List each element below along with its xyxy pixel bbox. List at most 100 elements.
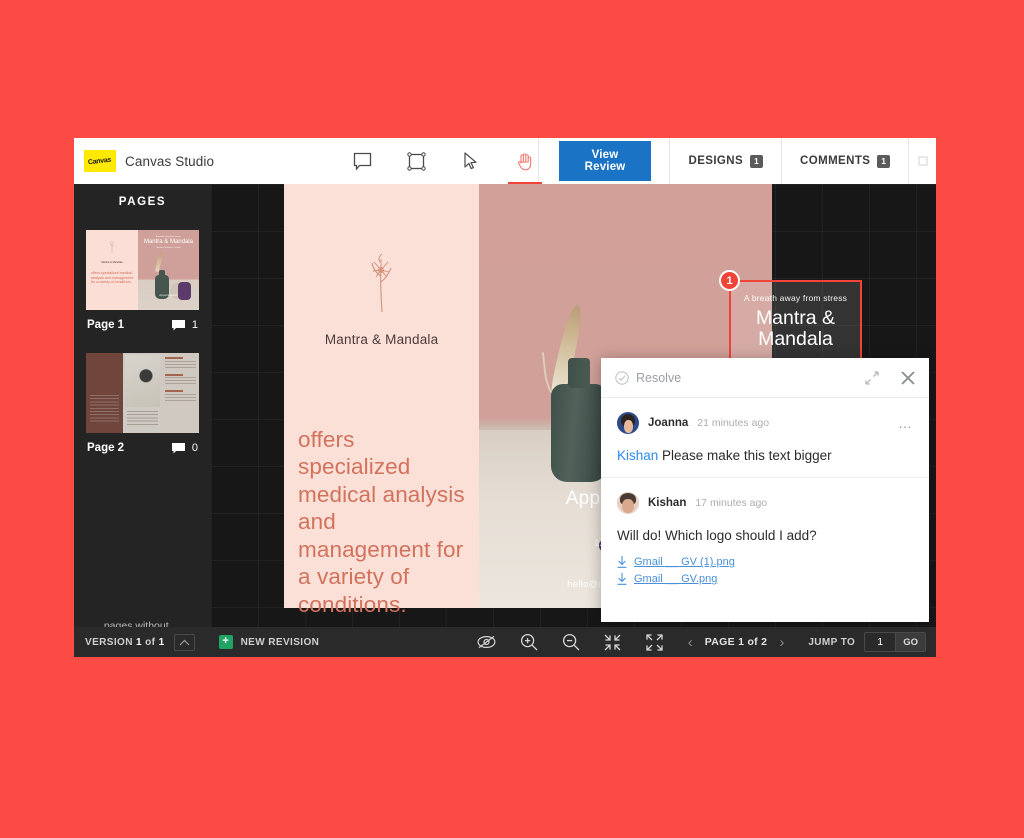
thumb-purple-object <box>178 282 191 300</box>
comment-item: Kishan 17 minutes ago Will do! Which log… <box>601 477 929 585</box>
attachment-item[interactable]: Gmail __ GV.png <box>617 573 913 585</box>
hide-comments-icon[interactable] <box>466 635 508 649</box>
jump-to-input[interactable] <box>865 633 895 651</box>
page-indicator: PAGE 1 of 2 <box>705 636 768 648</box>
top-bar-right: View Review DESIGNS 1 COMMENTS 1 <box>538 138 936 184</box>
tool-group <box>328 138 538 184</box>
tab-designs-label: DESIGNS <box>688 155 743 167</box>
thumb-title: Mantra & Mandala <box>138 239 199 245</box>
bottom-bar-right: ‹ PAGE 1 of 2 › JUMP TO GO <box>466 632 936 652</box>
thumb-appointments: Appointments <box>138 293 199 297</box>
view-review-button[interactable]: View Review <box>559 141 652 181</box>
thumb2-caption <box>86 379 123 383</box>
comment-body: Kishan Please make this text bigger <box>617 447 913 465</box>
thumb-body: offers specialized medical analysis and … <box>91 271 133 284</box>
bottom-bar: VERSION 1 of 1 + NEW REVISION <box>74 627 936 657</box>
go-button[interactable]: GO <box>895 633 925 651</box>
thumb-brand: Mantra & Mandala <box>91 261 133 264</box>
view-review-wrapper: View Review <box>538 138 670 184</box>
design-brand-text: Mantra & Mandala <box>284 332 479 347</box>
attachment-name: Gmail __ GV.png <box>634 573 717 585</box>
page-1-count-value: 1 <box>192 319 198 331</box>
page-1-comment-count: 1 <box>172 319 198 331</box>
expand-icon[interactable] <box>865 371 879 385</box>
canvas-logo-text: Canvas <box>88 156 112 166</box>
comment-menu-icon[interactable]: … <box>898 415 913 431</box>
close-icon[interactable] <box>901 371 915 385</box>
tab-designs-badge: 1 <box>750 155 763 168</box>
comment-list: Joanna 21 minutes ago … Kishan Please ma… <box>601 398 929 622</box>
thumb-left-panel: Mantra & Mandala offers specialized medi… <box>86 230 138 310</box>
fit-out-icon[interactable] <box>634 634 676 651</box>
plus-icon: + <box>219 635 233 649</box>
comment-marker-1[interactable]: 1 <box>719 270 740 291</box>
attachment-name: Gmail __ GV (1).png <box>634 556 735 568</box>
thumb2-block <box>165 374 196 387</box>
zoom-out-icon[interactable] <box>550 633 592 651</box>
version-prefix: VERSION <box>85 637 133 648</box>
thumb-subtitle-top: A breath away from stress <box>138 236 199 238</box>
thumb2-right-panel <box>162 353 199 433</box>
attachment-item[interactable]: Gmail __ GV (1).png <box>617 556 913 568</box>
thumb2-mid-panel <box>123 353 161 433</box>
version-group: VERSION 1 of 1 <box>74 634 195 651</box>
prev-page-button[interactable]: ‹ <box>686 634 695 651</box>
page-thumbnail-card[interactable]: Mantra & Mandala offers specialized medi… <box>86 208 199 331</box>
cursor-tool-icon[interactable] <box>458 148 484 174</box>
thumb-heading-group: A breath away from stress Mantra & Manda… <box>138 236 199 249</box>
tab-comments-label: COMMENTS <box>800 155 870 167</box>
comment-item: Joanna 21 minutes ago … Kishan Please ma… <box>601 398 929 465</box>
tab-designs[interactable]: DESIGNS 1 <box>669 138 781 184</box>
resolve-button[interactable]: Resolve <box>615 371 681 385</box>
version-current: 1 <box>136 637 142 648</box>
thumb2-block <box>165 357 196 370</box>
comment-panel-header: Resolve <box>601 358 929 398</box>
chevron-up-icon <box>179 639 190 646</box>
comment-icon <box>172 443 185 454</box>
selection-title: Mantra & Mandala <box>731 308 860 350</box>
comment-mention[interactable]: Kishan <box>617 448 658 463</box>
download-icon <box>617 573 627 585</box>
new-revision-label: NEW REVISION <box>241 637 320 648</box>
pages-sidebar: PAGES Mantra & Mandala offers specialize… <box>74 184 211 657</box>
next-page-button[interactable]: › <box>777 634 786 651</box>
download-icon <box>617 556 627 568</box>
area-select-tool-icon[interactable] <box>404 148 430 174</box>
page-2-meta: Page 2 0 <box>86 433 199 454</box>
jump-to-label: JUMP TO <box>808 637 855 648</box>
attachment-list: Gmail __ GV (1).png Gmail __ GV.png <box>617 556 913 585</box>
new-revision-button[interactable]: + NEW REVISION <box>195 635 320 649</box>
pages-title: PAGES <box>74 184 211 208</box>
resolve-label: Resolve <box>636 371 681 385</box>
flower-illustration-icon <box>361 242 403 314</box>
version-toggle-button[interactable] <box>174 634 195 651</box>
design-body-text: offers specialized medical analysis and … <box>298 426 469 618</box>
comment-panel-actions <box>865 371 915 385</box>
page-1-meta: Page 1 1 <box>86 310 199 331</box>
square-icon <box>918 156 928 166</box>
hand-tool-icon[interactable] <box>512 148 538 174</box>
overflow-area[interactable] <box>908 138 936 184</box>
check-circle-icon <box>615 371 629 385</box>
fit-in-icon[interactable] <box>592 634 634 651</box>
page-thumbnail-card[interactable]: Page 2 0 <box>86 331 199 454</box>
page-1-thumbnail[interactable]: Mantra & Mandala offers specialized medi… <box>86 230 199 310</box>
design-left-panel: Mantra & Mandala offers specialized medi… <box>284 184 479 608</box>
jump-to-box: GO <box>864 632 926 652</box>
thumb2-left-panel <box>86 353 123 433</box>
top-bar: Canvas Canvas Studio <box>74 138 936 184</box>
app-title: Canvas Studio <box>125 154 214 169</box>
thumb2-mid-text-lines <box>127 411 157 427</box>
tab-comments[interactable]: COMMENTS 1 <box>781 138 908 184</box>
page-2-comment-count: 0 <box>172 442 198 454</box>
page-2-thumbnail[interactable] <box>86 353 199 433</box>
thumb2-photo <box>125 355 159 407</box>
zoom-in-icon[interactable] <box>508 633 550 651</box>
page-2-count-value: 0 <box>192 442 198 454</box>
thumb2-block <box>165 390 196 403</box>
flower-icon <box>108 240 116 254</box>
comment-tool-icon[interactable] <box>350 148 376 174</box>
avatar <box>617 412 639 434</box>
thumb2-left-text-lines <box>90 395 119 423</box>
comment-header: Kishan 17 minutes ago <box>617 492 913 514</box>
